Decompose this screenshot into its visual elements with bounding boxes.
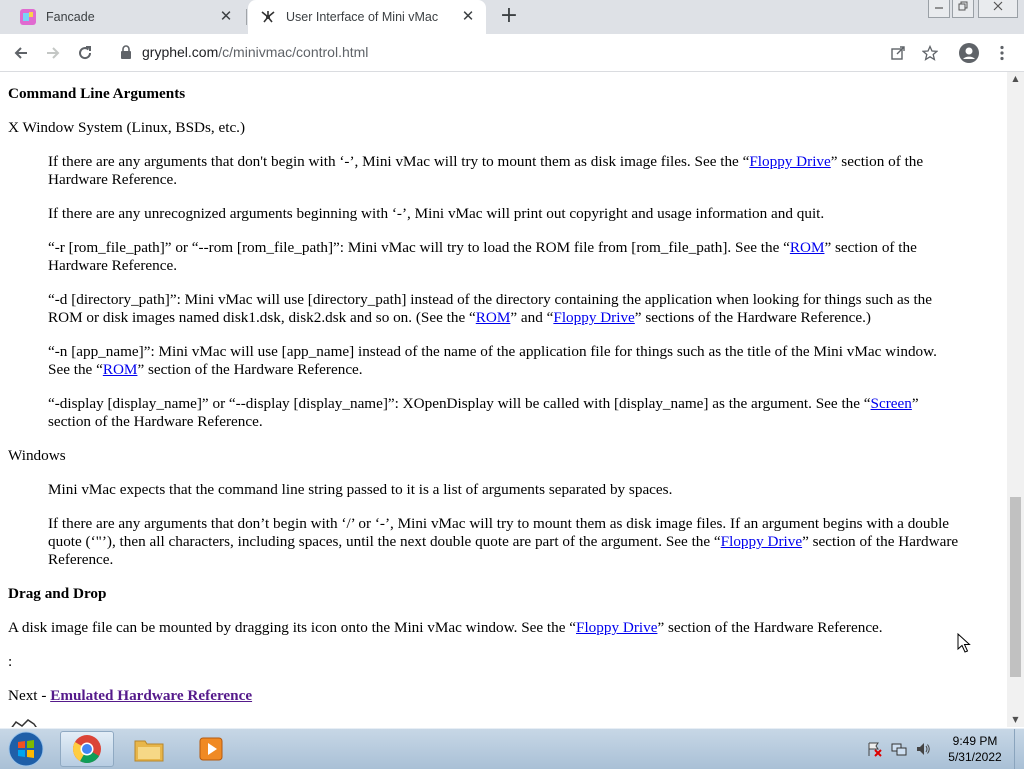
profile-button[interactable] <box>956 40 982 66</box>
restore-button[interactable] <box>952 0 974 18</box>
action-center-flag-icon[interactable] <box>866 741 882 757</box>
screen-link[interactable]: Screen <box>871 395 912 412</box>
close-window-button[interactable] <box>978 0 1018 18</box>
tab-title: User Interface of Mini vMac <box>286 10 439 24</box>
windows-label: Windows <box>8 447 66 464</box>
menu-button[interactable] <box>989 40 1015 66</box>
page-content: Command Line Arguments X Window System (… <box>0 72 1007 727</box>
windows-taskbar: 9:49 PM 5/31/2022 <box>0 728 1024 769</box>
show-desktop-button[interactable] <box>1014 729 1024 769</box>
bookmark-button[interactable] <box>917 40 943 66</box>
xwindow-label: X Window System (Linux, BSDs, etc.) <box>8 119 246 136</box>
rom-link[interactable]: ROM <box>790 239 825 256</box>
windows-start-orb-icon <box>8 731 44 767</box>
start-button[interactable] <box>0 731 52 767</box>
taskbar-chrome[interactable] <box>60 731 114 767</box>
gryphel-logo-icon <box>11 719 37 727</box>
back-button[interactable] <box>8 40 34 66</box>
forward-button[interactable] <box>40 40 66 66</box>
floppy-drive-link[interactable]: Floppy Drive <box>576 619 657 636</box>
kebab-menu-icon <box>1000 45 1004 61</box>
paragraph-x5: “-n [app_name]”: Mini vMac will use [app… <box>48 343 937 378</box>
reload-icon <box>79 46 92 60</box>
star-icon <box>922 45 938 61</box>
paragraph-w2: If there are any arguments that don’t be… <box>48 515 959 568</box>
url-host: gryphel.com <box>142 44 219 60</box>
taskbar-media-player[interactable] <box>184 731 238 767</box>
chrome-icon <box>73 735 101 763</box>
tab-fancade[interactable]: Fancade ✕ <box>8 0 244 34</box>
url-text[interactable]: gryphel.com/c/minivmac/control.html <box>142 38 368 67</box>
mouse-cursor-icon <box>957 633 971 653</box>
share-icon <box>891 46 905 60</box>
share-button[interactable] <box>885 40 911 66</box>
floppy-drive-link[interactable]: Floppy Drive <box>721 533 802 550</box>
close-tab-icon[interactable]: ✕ <box>460 9 476 25</box>
paragraph-x3: “-r [rom_file_path]” or “--rom [rom_file… <box>48 239 917 274</box>
emulated-hardware-reference-link[interactable]: Emulated Hardware Reference <box>50 687 252 704</box>
tab-separator <box>246 9 247 25</box>
gryphel-favicon-icon <box>261 11 275 23</box>
paragraph-x6: “-display [display_name]” or “--display … <box>48 395 919 430</box>
reload-button[interactable] <box>72 40 98 66</box>
network-icon[interactable] <box>891 741 907 757</box>
paragraph-w1: Mini vMac expects that the command line … <box>48 481 673 498</box>
close-icon <box>993 1 1003 11</box>
paragraph-x1: If there are any arguments that don't be… <box>48 153 924 188</box>
vertical-scrollbar[interactable]: ▲ ▼ <box>1007 72 1024 727</box>
scrollbar-thumb[interactable] <box>1010 497 1021 677</box>
url-path: /c/minivmac/control.html <box>218 44 369 60</box>
volume-icon[interactable] <box>915 741 931 757</box>
minimize-button[interactable] <box>928 0 950 18</box>
minimize-icon <box>935 7 943 9</box>
close-tab-icon[interactable]: ✕ <box>218 9 234 25</box>
clock-time: 9:49 PM <box>952 734 998 748</box>
forward-arrow-icon <box>47 47 60 59</box>
rom-link[interactable]: ROM <box>476 309 511 326</box>
restore-icon <box>958 1 968 11</box>
heading-drag-and-drop: Drag and Drop <box>8 585 107 602</box>
folder-icon <box>134 740 164 762</box>
floppy-drive-link[interactable]: Floppy Drive <box>749 153 830 170</box>
floppy-drive-link[interactable]: Floppy Drive <box>553 309 634 326</box>
taskbar-clock[interactable]: 9:49 PM 5/31/2022 <box>940 733 1010 765</box>
clock-date: 5/31/2022 <box>948 750 1002 764</box>
tab-strip: Fancade ✕ User Interface of Mini vMac ✕ … <box>0 0 1024 34</box>
paragraph-x4: “-d [directory_path]”: Mini vMac will us… <box>48 291 932 326</box>
scroll-up-icon[interactable]: ▲ <box>1007 72 1024 86</box>
heading-command-line-arguments: Command Line Arguments <box>8 85 186 102</box>
lock-icon[interactable] <box>120 45 132 59</box>
next-nav: Next - Emulated Hardware Reference <box>8 687 253 704</box>
fancade-favicon-icon <box>20 9 36 25</box>
paragraph-drag-drop: A disk image file can be mounted by drag… <box>8 619 883 636</box>
tab-title: Fancade <box>46 10 95 24</box>
colon-text: : <box>8 653 13 670</box>
paragraph-x2: If there are any unrecognized arguments … <box>48 205 825 222</box>
tab-mini-vmac[interactable]: User Interface of Mini vMac ✕ <box>248 0 486 34</box>
rom-link[interactable]: ROM <box>103 361 138 378</box>
media-player-icon <box>199 737 223 761</box>
back-arrow-icon <box>14 47 27 59</box>
taskbar-file-explorer[interactable] <box>122 731 176 767</box>
browser-toolbar: gryphel.com/c/minivmac/control.html <box>0 34 1024 72</box>
address-bar[interactable]: gryphel.com/c/minivmac/control.html <box>112 38 952 67</box>
profile-avatar-icon <box>959 43 979 63</box>
new-tab-button[interactable]: + <box>498 5 520 28</box>
scroll-down-icon[interactable]: ▼ <box>1007 713 1024 727</box>
